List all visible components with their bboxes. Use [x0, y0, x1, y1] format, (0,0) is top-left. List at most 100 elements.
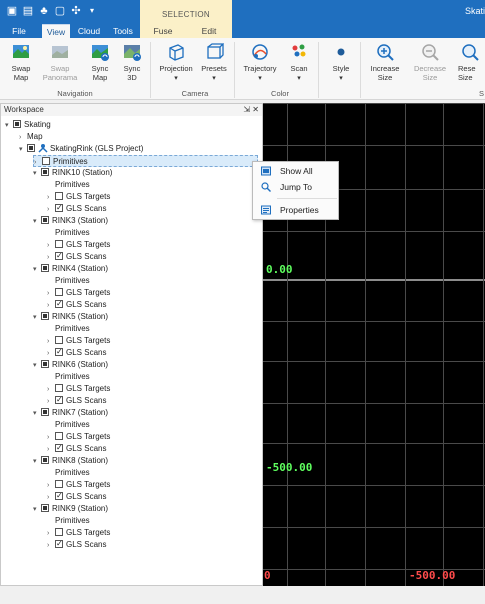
menu-item-jump-to[interactable]: Jump To: [253, 180, 340, 194]
settings-icon[interactable]: ✣: [70, 5, 82, 17]
tab-edit[interactable]: Edit: [186, 24, 232, 38]
tree-node[interactable]: ›GLS Scans: [47, 250, 106, 263]
tree-node[interactable]: ▾ RINK10 (Station): [33, 167, 112, 179]
tree-node[interactable]: Primitives: [47, 515, 90, 527]
tree-node[interactable]: ›GLS Scans: [47, 490, 106, 503]
tree-node[interactable]: Primitives: [47, 323, 90, 335]
visibility-checkbox[interactable]: [55, 336, 63, 344]
tree-node-label: RINK8 (Station): [52, 456, 109, 465]
tree-node[interactable]: Primitives: [47, 275, 90, 287]
tab-fuse[interactable]: Fuse: [140, 24, 186, 38]
expanded-arrow-icon[interactable]: ▾: [33, 360, 41, 372]
decrease-size-button[interactable]: Decrease Size: [410, 42, 450, 82]
sync-3d-button[interactable]: Sync 3D: [118, 42, 146, 82]
box-icon[interactable]: ▢: [54, 5, 66, 17]
visibility-checkbox[interactable]: [41, 168, 49, 176]
visibility-checkbox[interactable]: [41, 408, 49, 416]
expanded-arrow-icon[interactable]: ▾: [33, 312, 41, 324]
tree-node[interactable]: ▾ RINK5 (Station): [33, 311, 108, 323]
trajectory-dropdown-icon: ▾: [258, 75, 262, 82]
visibility-checkbox[interactable]: [55, 490, 63, 502]
expanded-arrow-icon[interactable]: ▾: [33, 456, 41, 468]
tree-node[interactable]: ▾ RINK6 (Station): [33, 359, 108, 371]
tree-node[interactable]: › Primitives: [33, 155, 258, 167]
visibility-checkbox[interactable]: [55, 240, 63, 248]
tree-node[interactable]: ▾ RINK3 (Station): [33, 215, 108, 227]
visibility-checkbox[interactable]: [55, 528, 63, 536]
tree-icon[interactable]: ♣: [38, 5, 50, 17]
tab-file[interactable]: File: [0, 24, 38, 38]
menu-item-show-all[interactable]: Show All: [253, 164, 340, 178]
swap-panorama-button[interactable]: Swap Panorama: [40, 42, 80, 82]
visibility-checkbox[interactable]: [55, 480, 63, 488]
visibility-checkbox[interactable]: [55, 346, 63, 358]
save-icon[interactable]: ▣: [6, 5, 18, 17]
visibility-checkbox[interactable]: [41, 504, 49, 512]
visibility-checkbox[interactable]: [41, 312, 49, 320]
tree-node[interactable]: Primitives: [47, 227, 90, 239]
menu-item-properties[interactable]: Properties: [253, 203, 340, 217]
tree-node[interactable]: Primitives: [47, 467, 90, 479]
expanded-arrow-icon[interactable]: ▾: [19, 144, 27, 156]
tree-node[interactable]: Primitives: [47, 179, 90, 191]
visibility-checkbox[interactable]: [42, 157, 50, 165]
scan-button[interactable]: Scan ▾: [284, 42, 314, 83]
visibility-checkbox[interactable]: [41, 456, 49, 464]
ribbon-separator: [360, 42, 361, 98]
visibility-checkbox[interactable]: [55, 384, 63, 392]
tree-node[interactable]: ▾ RINK4 (Station): [33, 263, 108, 275]
close-icon[interactable]: ✕: [252, 105, 259, 114]
tree-node[interactable]: ▾ SkatingRink (GLS Project): [19, 143, 143, 155]
tree-node-label: RINK5 (Station): [52, 312, 109, 321]
tree-node[interactable]: ▾ Skating: [5, 119, 51, 131]
visibility-checkbox[interactable]: [55, 442, 63, 454]
tree-node[interactable]: › Map: [19, 131, 43, 143]
presets-button[interactable]: Presets ▾: [198, 42, 230, 83]
increase-size-button[interactable]: Increase Size: [366, 42, 404, 82]
tree-node[interactable]: Primitives: [47, 371, 90, 383]
visibility-checkbox[interactable]: [13, 120, 21, 128]
visibility-checkbox[interactable]: [55, 250, 63, 262]
visibility-checkbox[interactable]: [55, 538, 63, 550]
tree-node[interactable]: ›GLS Scans: [47, 298, 106, 311]
tree-node[interactable]: Primitives: [47, 419, 90, 431]
collapsed-arrow-icon[interactable]: ›: [47, 540, 55, 552]
tree-node[interactable]: ›GLS Scans: [47, 394, 106, 407]
tab-view[interactable]: View: [42, 24, 70, 38]
style-button[interactable]: Style ▾: [326, 42, 356, 83]
tree-node[interactable]: ▾ RINK9 (Station): [33, 503, 108, 515]
tree-node[interactable]: ›GLS Scans: [47, 538, 106, 552]
tree-node[interactable]: ▾ RINK8 (Station): [33, 455, 108, 467]
visibility-checkbox[interactable]: [55, 192, 63, 200]
visibility-checkbox[interactable]: [55, 202, 63, 214]
open-icon[interactable]: ▤: [22, 5, 34, 17]
visibility-checkbox[interactable]: [41, 360, 49, 368]
expanded-arrow-icon[interactable]: ▾: [33, 216, 41, 228]
sync-map-button[interactable]: Sync Map: [86, 42, 114, 82]
visibility-checkbox[interactable]: [41, 264, 49, 272]
swap-map-button[interactable]: Swap Map: [6, 42, 36, 82]
reset-size-button[interactable]: Rese Size: [458, 42, 485, 82]
expanded-arrow-icon[interactable]: ▾: [33, 408, 41, 420]
grid-line: [263, 403, 485, 404]
tree-node[interactable]: ›GLS Scans: [47, 202, 106, 215]
expanded-arrow-icon[interactable]: ▾: [33, 504, 41, 516]
expanded-arrow-icon[interactable]: ▾: [33, 264, 41, 276]
trajectory-button[interactable]: Trajectory ▾: [240, 42, 280, 83]
projection-button[interactable]: Projection ▾: [156, 42, 196, 83]
pin-icon[interactable]: ⇲: [243, 105, 250, 114]
tab-tools[interactable]: Tools: [108, 24, 138, 38]
expanded-arrow-icon[interactable]: ▾: [5, 120, 13, 132]
tree-node[interactable]: ›GLS Scans: [47, 346, 106, 359]
expanded-arrow-icon[interactable]: ▾: [33, 168, 41, 180]
visibility-checkbox[interactable]: [41, 216, 49, 224]
tab-cloud[interactable]: Cloud: [72, 24, 106, 38]
visibility-checkbox[interactable]: [55, 432, 63, 440]
tree-node[interactable]: ▾ RINK7 (Station): [33, 407, 108, 419]
visibility-checkbox[interactable]: [55, 298, 63, 310]
visibility-checkbox[interactable]: [27, 144, 35, 152]
tree-node[interactable]: ›GLS Scans: [47, 442, 106, 455]
visibility-checkbox[interactable]: [55, 394, 63, 406]
dropdown-icon[interactable]: ▾: [86, 5, 98, 17]
visibility-checkbox[interactable]: [55, 288, 63, 296]
